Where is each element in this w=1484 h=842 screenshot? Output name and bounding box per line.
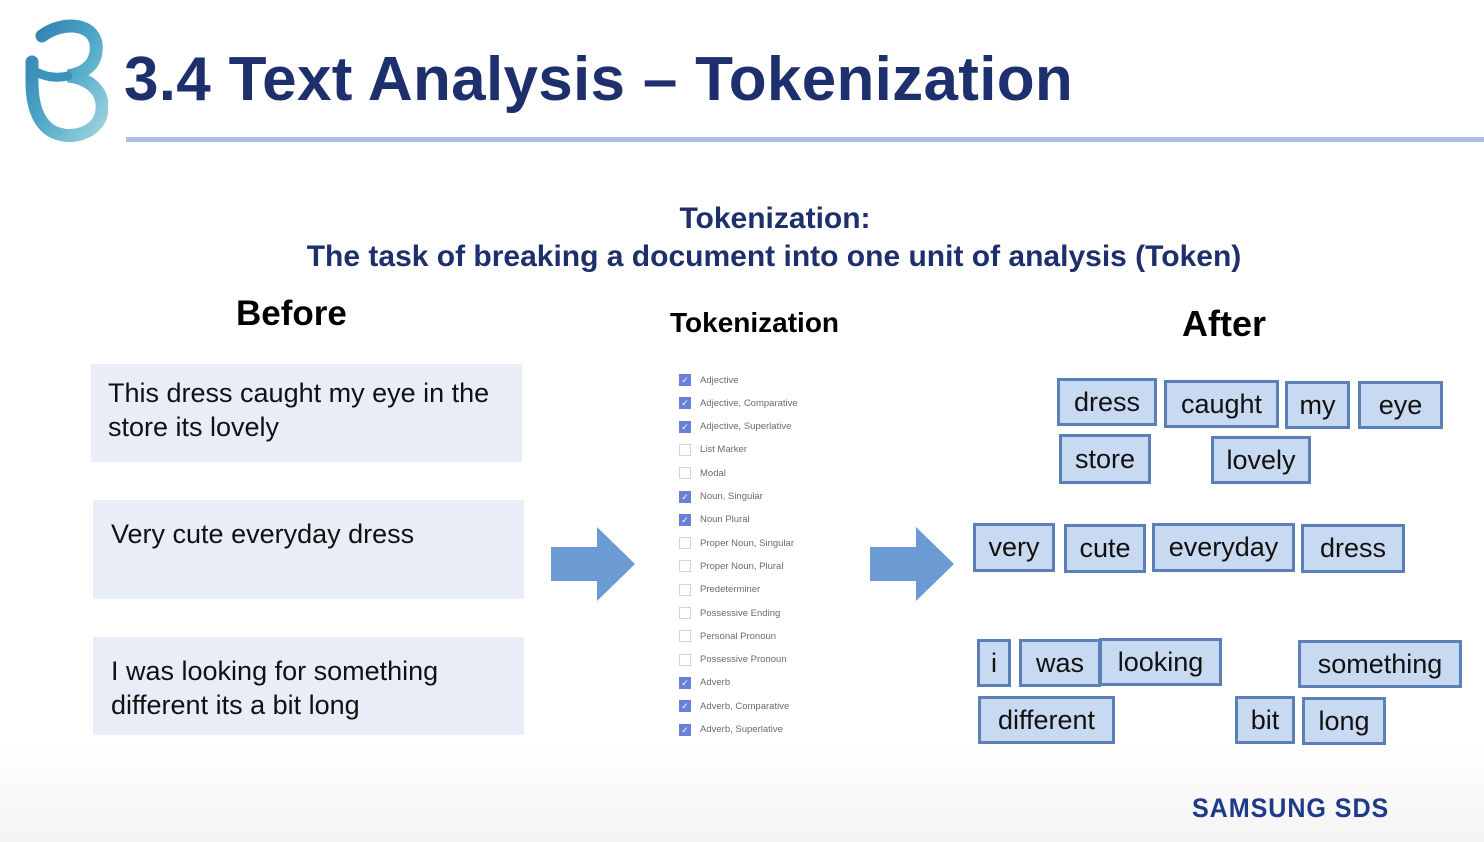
pos-tag-label: Adverb, Superlative bbox=[700, 724, 783, 735]
check-icon: ✓ bbox=[681, 398, 689, 409]
pos-tag-label: List Marker bbox=[700, 444, 747, 456]
slide-title: 3.4 Text Analysis – Tokenization bbox=[124, 45, 1074, 114]
brand-wordmark: SAMSUNG SDS bbox=[1192, 793, 1390, 823]
right-arrow-icon bbox=[551, 527, 635, 601]
sentence-box: I was looking for something different it… bbox=[93, 637, 524, 735]
tokenization-heading: Tokenization bbox=[670, 307, 840, 338]
pos-tag-label: Possessive Pronoun bbox=[700, 654, 787, 666]
check-icon: ✓ bbox=[681, 724, 689, 735]
checkbox[interactable]: ✓ bbox=[679, 397, 691, 410]
token-box: lovely bbox=[1211, 436, 1311, 484]
checkbox[interactable]: ✓ bbox=[679, 723, 691, 736]
pos-tag-option[interactable]: Personal Pronoun bbox=[679, 628, 776, 644]
subtitle-term: Tokenization: bbox=[679, 202, 871, 235]
check-icon: ✓ bbox=[681, 491, 689, 502]
sentence-box: This dress caught my eye in the store it… bbox=[91, 364, 522, 462]
right-arrow-icon bbox=[870, 527, 954, 601]
pos-tag-option[interactable]: Proper Noun, Singular bbox=[679, 535, 794, 551]
checkbox[interactable] bbox=[679, 537, 691, 550]
token-box: cute bbox=[1064, 524, 1146, 573]
checkbox[interactable] bbox=[679, 583, 691, 596]
checkbox[interactable]: ✓ bbox=[679, 490, 691, 503]
after-heading: After bbox=[1182, 303, 1267, 344]
token-box: long bbox=[1302, 697, 1386, 745]
check-icon: ✓ bbox=[681, 677, 689, 688]
token-box: was bbox=[1019, 639, 1101, 687]
token-box: my bbox=[1285, 381, 1350, 429]
subtitle-definition: The task of breaking a document into one… bbox=[306, 240, 1242, 273]
check-icon: ✓ bbox=[681, 375, 689, 385]
checkbox[interactable] bbox=[679, 653, 691, 666]
checkbox[interactable] bbox=[679, 607, 691, 619]
pos-tag-option[interactable]: ✓ Adverb, Comparative bbox=[679, 698, 789, 714]
pos-tag-label: Adverb, Comparative bbox=[700, 700, 790, 712]
token-box: bit bbox=[1235, 696, 1295, 744]
pos-tag-label: Adjective bbox=[700, 374, 739, 386]
token-box: very bbox=[973, 523, 1055, 572]
pos-tag-label: Predeterminer bbox=[700, 584, 761, 596]
pos-tag-label: Modal bbox=[700, 467, 726, 479]
token-box: looking bbox=[1099, 638, 1222, 686]
checkbox[interactable]: ✓ bbox=[679, 513, 691, 526]
pos-tag-label: Proper Noun, Singular bbox=[700, 537, 794, 549]
pos-tag-option[interactable]: ✓ Adjective, Superlative bbox=[679, 419, 791, 435]
title-underline bbox=[126, 137, 1484, 142]
check-icon: ✓ bbox=[681, 701, 689, 712]
checkbox[interactable] bbox=[679, 443, 691, 456]
pos-tag-option[interactable]: ✓ Adverb, Superlative bbox=[679, 722, 783, 738]
pos-tag-label: Noun Plural bbox=[700, 514, 750, 526]
pos-tag-label: Personal Pronoun bbox=[700, 630, 777, 642]
token-box: caught bbox=[1164, 380, 1279, 428]
pos-tag-option[interactable]: Predeterminer bbox=[679, 582, 760, 598]
pos-tag-option[interactable]: List Marker bbox=[679, 442, 747, 458]
token-box: eye bbox=[1358, 381, 1443, 429]
token-box: something bbox=[1298, 640, 1462, 688]
pos-tag-option[interactable]: Possessive Pronoun bbox=[679, 652, 787, 668]
pos-tag-label: Adverb bbox=[700, 677, 731, 689]
pos-tag-label: Possessive Ending bbox=[700, 607, 781, 619]
pos-tag-option[interactable]: Possessive Ending bbox=[679, 605, 780, 621]
checkbox[interactable] bbox=[679, 560, 691, 573]
pos-tag-label: Noun, Singular bbox=[700, 491, 763, 502]
checkbox[interactable]: ✓ bbox=[679, 374, 691, 386]
pos-tag-option[interactable]: ✓ Adjective bbox=[679, 372, 739, 388]
token-box: dress bbox=[1057, 378, 1157, 426]
pos-tag-label: Proper Noun, Plural bbox=[700, 560, 784, 572]
pos-tag-option[interactable]: ✓ Noun Plural bbox=[679, 512, 750, 528]
pos-tag-option[interactable]: ✓ Adverb bbox=[679, 675, 730, 691]
check-icon: ✓ bbox=[681, 514, 689, 525]
token-box: everyday bbox=[1152, 523, 1295, 572]
checkbox[interactable] bbox=[679, 467, 691, 480]
before-heading: Before bbox=[236, 294, 347, 333]
subtitle: Tokenization: The task of breaking a doc… bbox=[0, 200, 1484, 276]
checkbox[interactable]: ✓ bbox=[679, 420, 691, 433]
pos-tag-label: Adjective, Superlative bbox=[700, 421, 792, 433]
checkbox[interactable]: ✓ bbox=[679, 676, 691, 689]
checkbox[interactable]: ✓ bbox=[679, 700, 691, 713]
token-box: store bbox=[1059, 434, 1151, 484]
checkbox[interactable] bbox=[679, 630, 691, 643]
pos-tag-option[interactable]: ✓ Noun, Singular bbox=[679, 489, 763, 505]
check-icon: ✓ bbox=[681, 421, 689, 432]
brand-logo-icon bbox=[25, 19, 108, 142]
pos-tag-label: Adjective, Comparative bbox=[700, 397, 798, 409]
token-box: dress bbox=[1301, 524, 1405, 573]
pos-tag-option[interactable]: Modal bbox=[679, 465, 726, 481]
pos-tag-option[interactable]: ✓ Adjective, Comparative bbox=[679, 395, 798, 411]
pos-tag-option[interactable]: Proper Noun, Plural bbox=[679, 558, 783, 574]
token-box: i bbox=[977, 639, 1011, 687]
token-box: different bbox=[978, 696, 1115, 744]
sentence-box: Very cute everyday dress bbox=[93, 500, 524, 599]
